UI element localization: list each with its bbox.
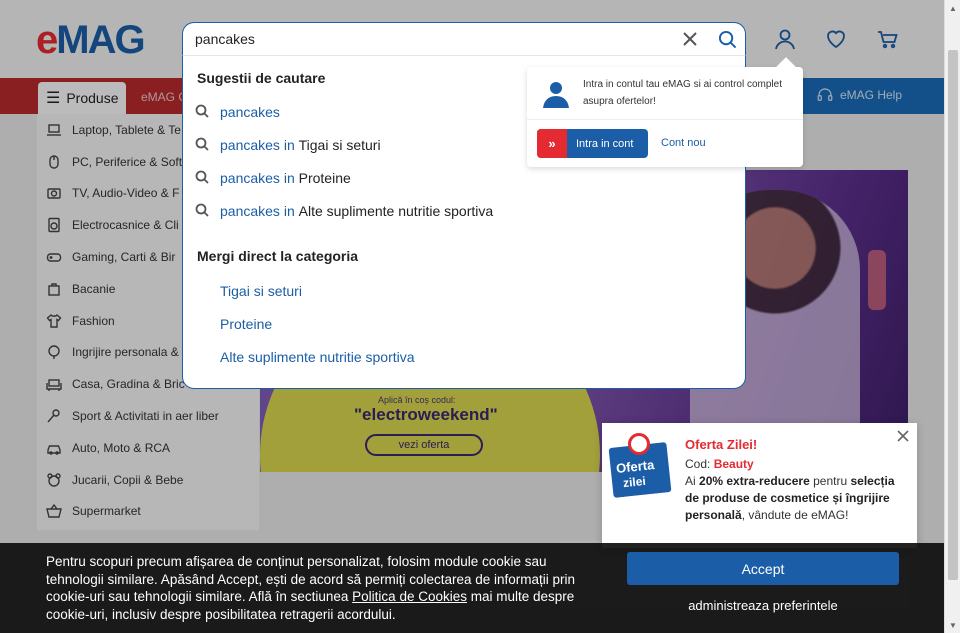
suggestion-in-word: in: [283, 170, 295, 186]
account-popup: Intra in contul tau eMAG si ai control c…: [527, 57, 803, 167]
search-icon: [195, 137, 211, 153]
suggestions-heading: Sugestii de cautare: [197, 70, 326, 86]
popup-divider: [527, 119, 803, 120]
suggestion-context: Proteine: [298, 170, 351, 186]
suggestion-context: Tigai si seturi: [298, 137, 381, 153]
offer-desc-mid: pentru: [813, 474, 848, 488]
double-chevron-icon: »: [537, 129, 567, 158]
search-box: [182, 22, 746, 56]
offer-code-label: Cod:: [685, 457, 711, 471]
suggestion-term: pancakes: [220, 104, 280, 120]
offer-of-the-day-popup: Oferta zilei Oferta Zilei! Cod: Beauty A…: [602, 423, 917, 548]
offer-desc-pre: Ai: [685, 474, 696, 488]
suggestion-term: pancakes: [220, 170, 280, 186]
suggestion-term: pancakes: [220, 137, 280, 153]
offer-desc-post: , vândute de eMAG!: [741, 508, 849, 522]
page-scrollbar[interactable]: ▲ ▼: [944, 0, 960, 633]
scrollbar-thumb[interactable]: [948, 50, 958, 580]
login-label: Intra in cont: [576, 137, 634, 150]
search-input[interactable]: [195, 31, 665, 47]
search-icon[interactable]: [716, 28, 738, 50]
offer-code: Cod: Beauty: [685, 457, 754, 471]
category-link[interactable]: Proteine: [220, 316, 272, 332]
oferta-zilei-badge: Oferta zilei: [608, 433, 672, 498]
offer-description: Ai 20% extra-reducere pentru selecția de…: [685, 473, 907, 524]
manage-preferences-link[interactable]: administreaza preferintele: [627, 598, 899, 613]
suggestion-item[interactable]: pancakes in Alte suplimente nutritie spo…: [195, 199, 493, 223]
offer-title: Oferta Zilei!: [685, 437, 758, 452]
close-icon[interactable]: [894, 427, 912, 445]
clock-icon: [628, 433, 650, 455]
suggestion-item[interactable]: pancakes in Proteine: [195, 166, 351, 190]
suggestion-item[interactable]: pancakes in Tigai si seturi: [195, 133, 381, 157]
account-popup-message: Intra in contul tau eMAG si ai control c…: [583, 79, 782, 107]
categories-heading: Mergi direct la categoria: [197, 248, 359, 264]
badge-line2: zilei: [622, 473, 647, 491]
cookie-consent-bar: Pentru scopuri precum afișarea de conțin…: [0, 543, 944, 633]
suggestion-context: Alte suplimente nutritie sportiva: [298, 203, 494, 219]
cookie-policy-link[interactable]: Politica de Cookies: [352, 589, 467, 604]
search-icon: [195, 203, 211, 219]
suggestion-item[interactable]: pancakes: [195, 100, 280, 124]
category-link[interactable]: Tigai si seturi: [220, 283, 302, 299]
accept-cookies-button[interactable]: Accept: [627, 552, 899, 585]
search-icon: [195, 170, 211, 186]
suggestion-term: pancakes: [220, 203, 280, 219]
suggestion-in-word: in: [283, 203, 295, 219]
category-link[interactable]: Alte suplimente nutritie sportiva: [220, 349, 415, 365]
user-avatar-icon: [541, 79, 571, 109]
login-button[interactable]: » Intra in cont: [537, 129, 648, 158]
scroll-down-arrow-icon[interactable]: ▼: [945, 617, 960, 633]
offer-desc-percent: 20% extra-reducere: [699, 474, 810, 488]
suggestion-in-word: in: [283, 137, 295, 153]
clear-search-icon[interactable]: [680, 29, 700, 49]
search-icon: [195, 104, 211, 120]
cookie-text: Pentru scopuri precum afișarea de conțin…: [46, 553, 596, 624]
register-link[interactable]: Cont nou: [661, 137, 706, 149]
scroll-up-arrow-icon[interactable]: ▲: [945, 0, 960, 16]
offer-code-value: Beauty: [713, 457, 754, 471]
